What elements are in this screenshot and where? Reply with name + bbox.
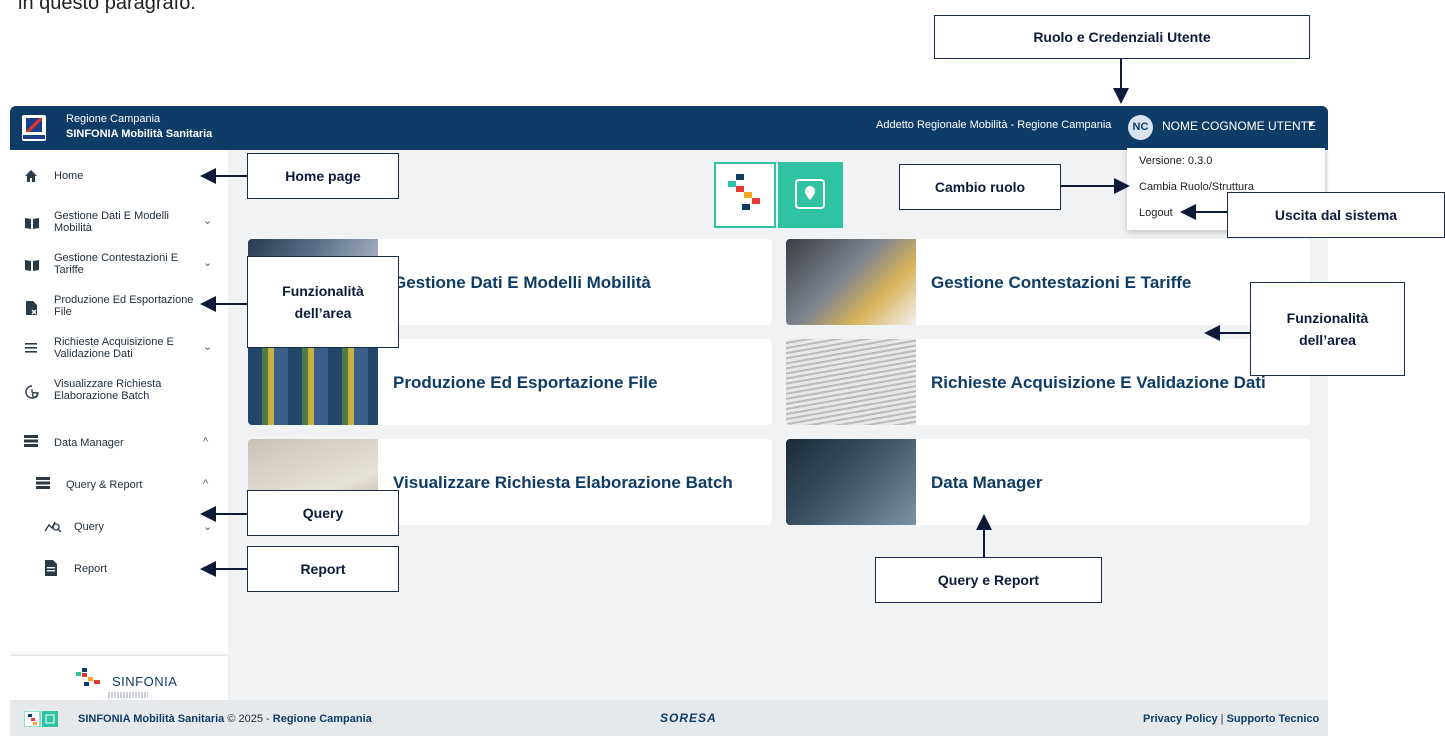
annotation-arrows: [200, 59, 1250, 577]
